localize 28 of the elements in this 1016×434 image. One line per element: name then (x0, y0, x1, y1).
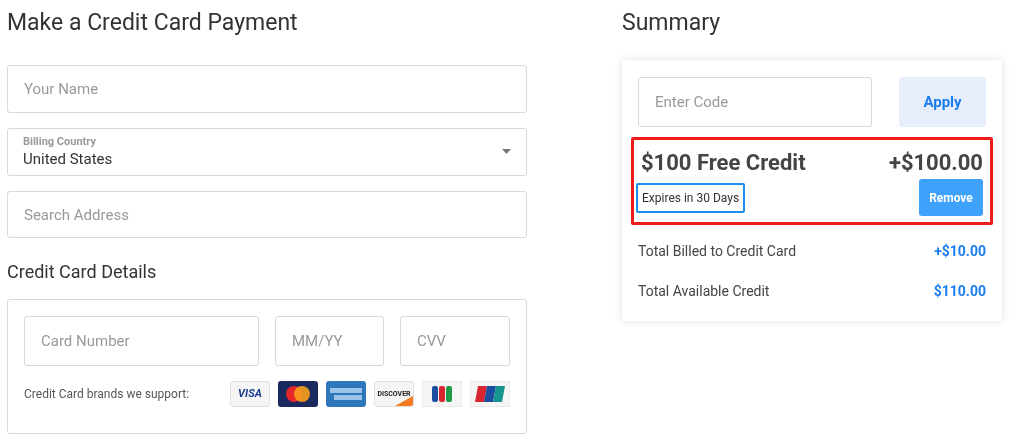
jcb-logo-icon (422, 381, 462, 408)
name-field[interactable]: Your Name (7, 65, 527, 113)
summary-label: Total Billed to Credit Card (638, 241, 797, 261)
card-number-field[interactable]: Card Number (24, 316, 259, 367)
expiry-field[interactable]: MM/YY (275, 316, 384, 367)
brands-label: Credit Card brands we support: (24, 386, 191, 404)
remove-button[interactable]: Remove (919, 179, 983, 216)
summary-value: $110.00 (933, 281, 986, 301)
select-value: United States (23, 148, 113, 169)
field-label: Billing Country (23, 134, 97, 149)
section-title: Credit Card Details (7, 260, 158, 285)
amex-logo-icon (326, 381, 366, 408)
expiry-note: Expires in 30 Days (636, 182, 746, 213)
credit-amount: +$100.00 (888, 149, 983, 177)
credit-title: $100 Free Credit (641, 149, 806, 177)
summary-title: Summary (622, 9, 722, 37)
summary-value: +$10.00 (934, 241, 986, 261)
address-field[interactable]: Search Address (7, 190, 527, 239)
visa-logo: VISA (230, 381, 270, 408)
dropdown-caret-icon (502, 149, 511, 155)
page-title: Make a Credit Card Payment (7, 9, 299, 37)
cvv-field[interactable]: CVV (400, 316, 510, 367)
apply-button[interactable]: Apply (899, 77, 986, 127)
country-select[interactable]: Billing Country United States (7, 127, 527, 176)
summary-label: Total Available Credit (638, 281, 770, 301)
unionpay-logo-icon (470, 381, 510, 408)
mastercard-logo-icon (278, 381, 318, 408)
promo-code-field[interactable]: Enter Code (638, 77, 872, 127)
